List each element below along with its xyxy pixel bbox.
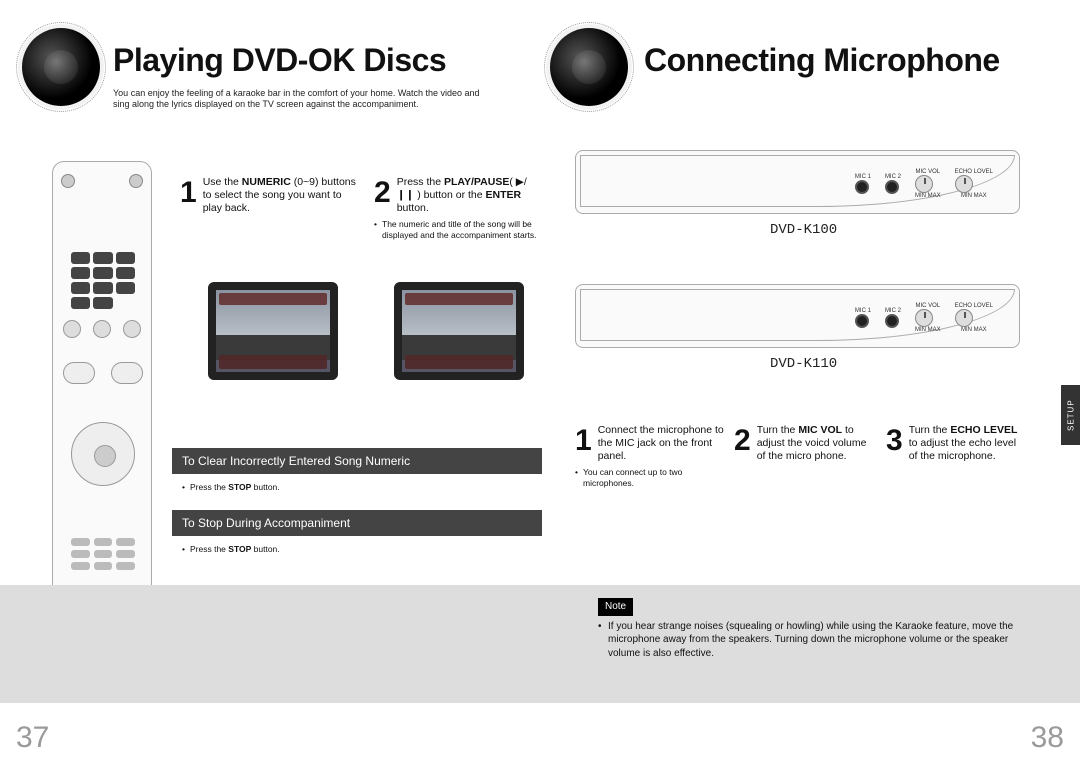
echo-level-knob bbox=[955, 175, 973, 193]
note-body: If you hear strange noises (squealing or… bbox=[598, 620, 1018, 661]
step-number-1: 1 bbox=[575, 424, 592, 458]
stop-button-icon bbox=[63, 320, 81, 338]
step-2-note: The numeric and title of the song will b… bbox=[374, 219, 542, 239]
left-title: Playing DVD-OK Discs bbox=[113, 42, 446, 79]
sub1-note: Press the STOP button. bbox=[182, 482, 280, 492]
page-number-left: 37 bbox=[16, 721, 49, 755]
speaker-icon bbox=[550, 28, 628, 106]
label-mic1: MIC 1 bbox=[855, 308, 871, 314]
step-2: 2 Press the PLAY/PAUSE( ▶/❙❙ ) button or… bbox=[374, 176, 542, 240]
label-micvol: MIC VOL bbox=[915, 169, 941, 175]
right-step-1: 1 Connect the microphone to the MIC jack… bbox=[575, 424, 725, 488]
label-micvol: MIC VOL bbox=[915, 303, 941, 309]
note-block: Note If you hear strange noises (squeali… bbox=[598, 598, 1018, 660]
label-mic1: MIC 1 bbox=[855, 174, 871, 180]
device-panel-k110: MIC 1 MIC 2 MIC VOL MIN MAX ECHO LOVEL M… bbox=[575, 284, 1020, 348]
page-37: Playing DVD-OK Discs You can enjoy the f… bbox=[0, 0, 540, 763]
tv-preview-1 bbox=[208, 282, 338, 380]
label-echo: ECHO LOVEL bbox=[955, 303, 993, 309]
mic-vol-knob bbox=[915, 175, 933, 193]
play-pause-button-icon bbox=[93, 320, 111, 338]
right-step-3-text: Turn the ECHO LEVEL to adjust the echo l… bbox=[909, 424, 1026, 463]
step-2-text: Press the PLAY/PAUSE( ▶/❙❙ ) button or t… bbox=[397, 176, 542, 215]
mic-jack-2 bbox=[885, 314, 899, 328]
echo-level-knob bbox=[955, 309, 973, 327]
label-mic2: MIC 2 bbox=[885, 174, 901, 180]
device-panel-k100: MIC 1 MIC 2 MIC VOL MIN MAX ECHO LOVEL M… bbox=[575, 150, 1020, 214]
dpad-wheel bbox=[71, 422, 135, 486]
right-step-2-text: Turn the MIC VOL to adjust the voicd vol… bbox=[757, 424, 874, 463]
model-k110: DVD-K110 bbox=[770, 356, 837, 372]
step-number-3: 3 bbox=[886, 424, 903, 458]
page-38: Connecting Microphone MIC 1 MIC 2 MIC VO… bbox=[540, 0, 1080, 763]
right-title: Connecting Microphone bbox=[644, 42, 1000, 79]
mic-jack-1 bbox=[855, 180, 869, 194]
subheading-clear: To Clear Incorrectly Entered Song Numeri… bbox=[172, 448, 542, 474]
right-step-1-text: Connect the microphone to the MIC jack o… bbox=[598, 424, 725, 463]
note-label: Note bbox=[598, 598, 633, 616]
label-mic2: MIC 2 bbox=[885, 308, 901, 314]
step-number-1: 1 bbox=[180, 176, 197, 210]
subheading-stop: To Stop During Accompaniment bbox=[172, 510, 542, 536]
step-number-2: 2 bbox=[734, 424, 751, 458]
model-k100: DVD-K100 bbox=[770, 222, 837, 238]
mic-jack-2 bbox=[885, 180, 899, 194]
speaker-icon bbox=[22, 28, 100, 106]
right-step-2: 2 Turn the MIC VOL to adjust the voicd v… bbox=[734, 424, 874, 463]
sub2-note: Press the STOP button. bbox=[182, 544, 280, 554]
step-1-text: Use the NUMERIC (0~9) buttons to select … bbox=[203, 176, 360, 215]
setup-tab: SETUP bbox=[1061, 385, 1080, 445]
page-number-right: 38 bbox=[1031, 721, 1064, 755]
step-1: 1 Use the NUMERIC (0~9) buttons to selec… bbox=[180, 176, 360, 215]
right-step-3: 3 Turn the ECHO LEVEL to adjust the echo… bbox=[886, 424, 1026, 463]
label-echo: ECHO LOVEL bbox=[955, 169, 993, 175]
intro-text: You can enjoy the feeling of a karaoke b… bbox=[113, 88, 493, 111]
step-number-2: 2 bbox=[374, 176, 391, 210]
mic-vol-knob bbox=[915, 309, 933, 327]
gray-band-left bbox=[0, 585, 540, 703]
right-step-1-note: You can connect up to two microphones. bbox=[575, 467, 725, 487]
remote-illustration bbox=[52, 161, 152, 601]
skip-button-icon bbox=[123, 320, 141, 338]
mic-jack-1 bbox=[855, 314, 869, 328]
tv-preview-2 bbox=[394, 282, 524, 380]
